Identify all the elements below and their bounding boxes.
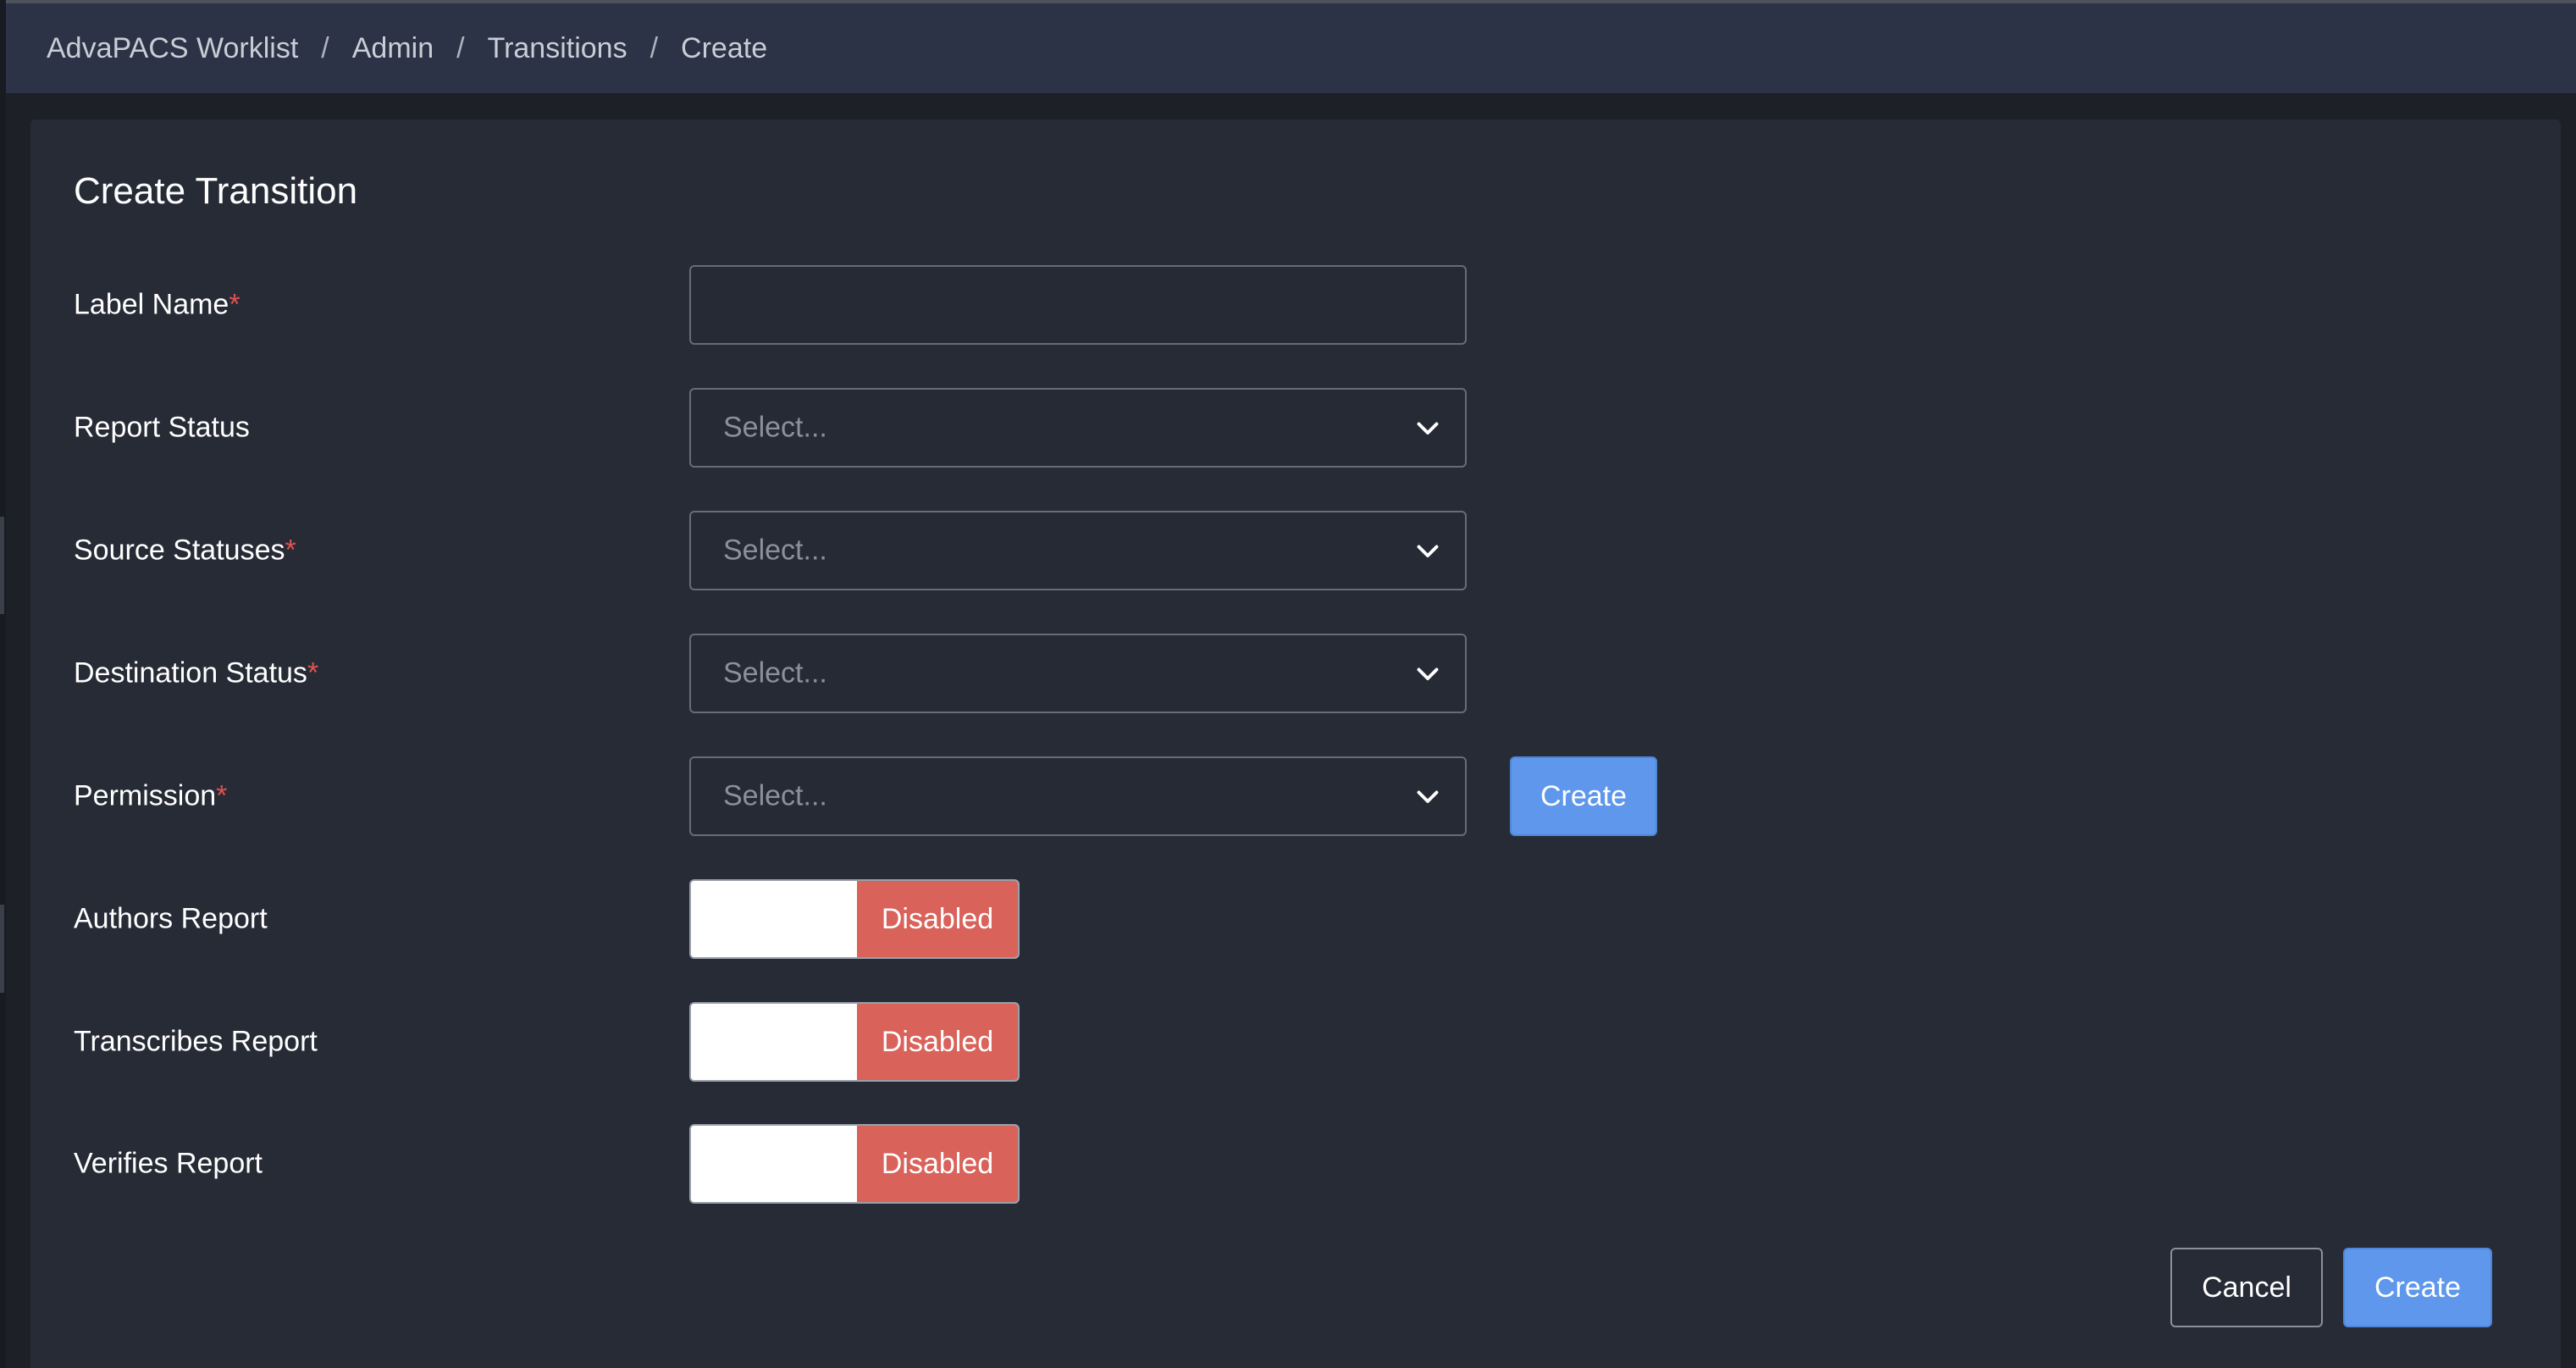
destination-status-select[interactable]: Select... <box>689 634 1467 713</box>
chevron-down-icon <box>1417 422 1439 435</box>
source-statuses-row: Source Statuses* Select... <box>30 511 2561 590</box>
transcribes-report-label: Transcribes Report <box>74 1025 318 1058</box>
label-name-input[interactable] <box>691 267 1465 343</box>
permission-label: Permission* <box>74 780 227 813</box>
required-marker: * <box>307 656 319 690</box>
authors-report-toggle[interactable]: Disabled <box>689 879 1020 959</box>
source-statuses-label: Source Statuses* <box>74 534 296 568</box>
transcribes-report-row: Transcribes Report Disabled <box>30 1002 2561 1082</box>
chevron-down-icon <box>1417 790 1439 803</box>
create-permission-button[interactable]: Create <box>1510 756 1657 836</box>
verifies-report-row: Verifies Report Disabled <box>30 1124 2561 1204</box>
breadcrumb-item-admin[interactable]: Admin <box>352 32 434 65</box>
breadcrumb-item-transitions[interactable]: Transitions <box>488 32 627 65</box>
source-statuses-placeholder: Select... <box>723 534 827 567</box>
chevron-down-icon <box>1417 545 1439 557</box>
report-status-select[interactable]: Select... <box>689 388 1467 468</box>
report-status-placeholder: Select... <box>723 411 827 444</box>
breadcrumb-item-create: Create <box>681 31 768 64</box>
required-marker: * <box>285 534 296 567</box>
cancel-button[interactable]: Cancel <box>2170 1248 2323 1327</box>
authors-report-row: Authors Report Disabled <box>30 879 2561 959</box>
source-statuses-select[interactable]: Select... <box>689 511 1467 590</box>
breadcrumb-separator: / <box>456 31 465 64</box>
breadcrumb-separator: / <box>650 31 659 64</box>
destination-status-row: Destination Status* Select... <box>30 634 2561 713</box>
toggle-state-label: Disabled <box>857 1126 1018 1202</box>
toggle-knob <box>691 1004 857 1080</box>
destination-status-text: Destination Status <box>74 656 307 690</box>
report-status-label: Report Status <box>74 411 250 444</box>
edge-scroll-mark <box>0 905 4 993</box>
label-name-label: Label Name* <box>74 289 240 322</box>
edge-scroll-mark <box>0 517 4 614</box>
toggle-knob <box>691 881 857 957</box>
breadcrumb: AdvaPACS Worklist / Admin / Transitions … <box>6 3 2576 93</box>
source-statuses-text: Source Statuses <box>74 534 285 567</box>
transcribes-report-toggle[interactable]: Disabled <box>689 1002 1020 1082</box>
permission-select[interactable]: Select... <box>689 756 1467 836</box>
destination-status-placeholder: Select... <box>723 656 827 690</box>
required-marker: * <box>216 779 228 812</box>
authors-report-label: Authors Report <box>74 902 268 935</box>
report-status-row: Report Status Select... <box>30 388 2561 468</box>
chevron-down-icon <box>1417 667 1439 680</box>
breadcrumb-item-worklist[interactable]: AdvaPACS Worklist <box>47 32 298 65</box>
create-button[interactable]: Create <box>2343 1248 2492 1327</box>
create-transition-panel: Create Transition Label Name* Report Sta… <box>30 119 2561 1368</box>
left-edge <box>0 0 6 1368</box>
toggle-knob <box>691 1126 857 1202</box>
required-marker: * <box>229 288 240 321</box>
page-title: Create Transition <box>74 170 358 212</box>
permission-text: Permission <box>74 779 217 812</box>
toggle-state-label: Disabled <box>857 881 1018 957</box>
permission-row: Permission* Select... Create <box>30 756 2561 836</box>
verifies-report-label: Verifies Report <box>74 1147 263 1180</box>
label-name-text: Label Name <box>74 288 229 321</box>
verifies-report-toggle[interactable]: Disabled <box>689 1124 1020 1204</box>
permission-placeholder: Select... <box>723 779 827 812</box>
label-name-field-wrapper <box>689 265 1467 345</box>
label-name-row: Label Name* <box>30 265 2561 345</box>
breadcrumb-separator: / <box>321 31 329 64</box>
toggle-state-label: Disabled <box>857 1004 1018 1080</box>
destination-status-label: Destination Status* <box>74 657 318 690</box>
